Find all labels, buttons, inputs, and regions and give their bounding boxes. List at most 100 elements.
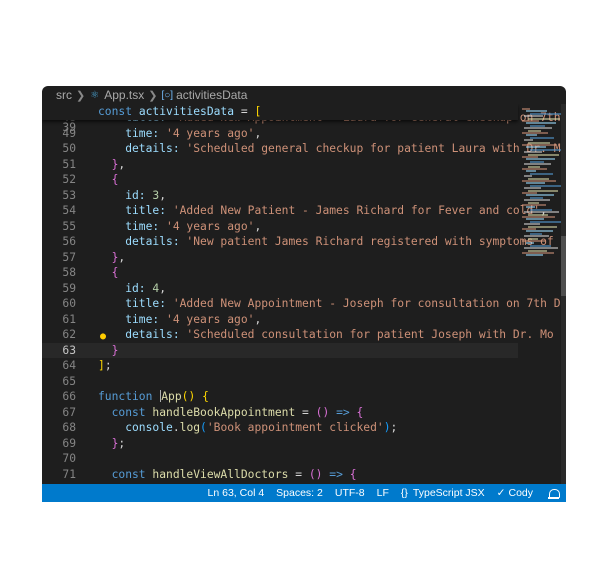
code-text: const handleBookAppointment = () => { bbox=[98, 405, 364, 421]
code-line[interactable]: 60 title: 'Added New Appointment - Josep… bbox=[42, 296, 560, 312]
code-line[interactable]: 66 function App() { bbox=[42, 389, 518, 405]
cody-status[interactable]: ✓ Cody bbox=[497, 487, 533, 499]
code-token: details: bbox=[98, 235, 187, 248]
line-number: 60 bbox=[62, 297, 76, 310]
code-line[interactable]: 59 id: 4, bbox=[42, 281, 518, 297]
code-token: () bbox=[315, 405, 330, 419]
code-token: '4 years ago' bbox=[166, 126, 255, 140]
code-token: handleViewAllDoctors bbox=[152, 467, 289, 481]
code-token: , bbox=[254, 126, 262, 140]
code-token: id: bbox=[98, 281, 153, 295]
code-token: App bbox=[161, 390, 182, 403]
code-token: time: bbox=[98, 312, 167, 326]
code-token: , bbox=[159, 281, 167, 295]
code-text: time: '4 years ago', bbox=[98, 219, 261, 235]
code-line[interactable]: 71 const handleViewAllDoctors = () => { bbox=[42, 467, 518, 483]
code-token: , bbox=[118, 157, 126, 171]
line-number: 71 bbox=[62, 467, 76, 481]
encoding[interactable]: UTF-8 bbox=[335, 487, 365, 499]
end-of-line[interactable]: LF bbox=[377, 487, 389, 499]
code-token: 'Added New Patient - James Richard for F… bbox=[172, 204, 541, 217]
code-token: ) bbox=[383, 421, 391, 434]
code-line[interactable]: 61 time: '4 years ago', bbox=[42, 312, 518, 328]
code-token: . bbox=[172, 421, 180, 434]
code-line[interactable]: 50 details: 'Scheduled general checkup f… bbox=[42, 141, 560, 157]
code-line[interactable]: 56 details: 'New patient James Richard r… bbox=[42, 234, 553, 250]
code-line[interactable]: 55 time: '4 years ago', bbox=[42, 219, 518, 235]
code-line[interactable]: 64]; bbox=[42, 358, 518, 374]
line-number: 70 bbox=[62, 452, 76, 465]
line-number: 64 bbox=[62, 359, 76, 372]
code-token: id: bbox=[98, 188, 153, 202]
code-line[interactable]: 52 { bbox=[42, 172, 518, 188]
breadcrumb-file[interactable]: App.tsx bbox=[104, 88, 144, 102]
code-token: ; bbox=[390, 421, 398, 434]
bell-icon bbox=[548, 488, 560, 499]
code-line[interactable]: 49 time: '4 years ago', bbox=[42, 126, 518, 142]
breadcrumb-symbol[interactable]: activitiesData bbox=[176, 88, 247, 102]
code-line[interactable]: 70 bbox=[42, 451, 518, 467]
vertical-scrollbar[interactable] bbox=[561, 104, 566, 484]
code-token: ( bbox=[200, 421, 207, 434]
line-number: 52 bbox=[62, 173, 76, 186]
code-token: const bbox=[98, 467, 153, 481]
code-text: const handleViewAllDoctors = () => { bbox=[98, 467, 357, 483]
code-line[interactable]: 67 const handleBookAppointment = () => { bbox=[42, 405, 518, 421]
minimap-line bbox=[530, 136, 554, 139]
braces-icon: {} bbox=[400, 487, 408, 499]
indentation[interactable]: Spaces: 2 bbox=[276, 487, 323, 499]
code-line[interactable]: 69 }; bbox=[42, 436, 518, 452]
code-line[interactable]: 63 } bbox=[42, 342, 518, 359]
line-number: 55 bbox=[62, 219, 76, 233]
code-token: = bbox=[234, 105, 255, 118]
code-token: time: bbox=[98, 126, 167, 140]
code-text: console.log('Book appointment clicked'); bbox=[98, 420, 397, 436]
code-line[interactable]: 57 }, bbox=[42, 250, 518, 266]
cursor-position[interactable]: Ln 63, Col 4 bbox=[208, 487, 265, 499]
code-token: ; bbox=[118, 436, 126, 450]
code-token: , bbox=[254, 312, 262, 326]
line-number: 39 bbox=[62, 120, 76, 134]
minimap[interactable] bbox=[520, 104, 564, 484]
breadcrumb: src ❯ ⚛ App.tsx ❯ [○] activitiesData bbox=[42, 86, 566, 104]
code-line[interactable]: 65 bbox=[42, 374, 518, 390]
code-token: time: bbox=[98, 219, 167, 233]
code-line[interactable]: 62 ● details: 'Scheduled consultation for… bbox=[42, 327, 553, 343]
variable-symbol-icon: [○] bbox=[161, 89, 174, 101]
code-line[interactable]: 68 console.log('Book appointment clicked… bbox=[42, 420, 518, 436]
code-text: } bbox=[98, 343, 119, 359]
code-token: '4 years ago' bbox=[166, 219, 255, 233]
code-token: 'New patient James Richard registered wi… bbox=[186, 235, 554, 248]
sticky-scroll-line[interactable]: 39 const activitiesData = [ bbox=[42, 104, 518, 134]
line-number: 67 bbox=[62, 405, 76, 419]
code-line[interactable]: 53 id: 3, bbox=[42, 188, 518, 204]
code-editor[interactable]: 39 const activitiesData = [ 48 title: 'A… bbox=[42, 104, 566, 484]
chevron-right-icon: ❯ bbox=[148, 89, 158, 102]
code-token: activitiesData bbox=[138, 105, 235, 118]
minimap-line bbox=[530, 172, 553, 175]
code-token: , bbox=[254, 219, 262, 233]
notifications[interactable] bbox=[545, 488, 560, 499]
cody-label: Cody bbox=[508, 487, 533, 499]
breadcrumb-folder[interactable]: src bbox=[56, 88, 72, 102]
chevron-right-icon: ❯ bbox=[76, 89, 86, 102]
line-number: 69 bbox=[62, 436, 76, 450]
line-number: 65 bbox=[62, 374, 76, 388]
language-mode[interactable]: {} TypeScript JSX bbox=[401, 487, 485, 499]
code-line[interactable]: 51 }, bbox=[42, 157, 518, 173]
code-token: ] bbox=[98, 359, 105, 372]
code-line[interactable]: 54 title: 'Added New Patient - James Ric… bbox=[42, 203, 547, 219]
code-text: title: 'Added New Appointment - Joseph f… bbox=[98, 296, 560, 312]
code-text: time: '4 years ago', bbox=[98, 126, 261, 142]
react-tsx-icon: ⚛ bbox=[90, 89, 100, 101]
scrollbar-thumb[interactable] bbox=[561, 236, 566, 296]
code-line[interactable]: 58 { bbox=[42, 265, 518, 281]
code-token: { bbox=[202, 390, 209, 403]
code-token: () bbox=[308, 467, 323, 481]
line-number: 58 bbox=[62, 266, 76, 279]
